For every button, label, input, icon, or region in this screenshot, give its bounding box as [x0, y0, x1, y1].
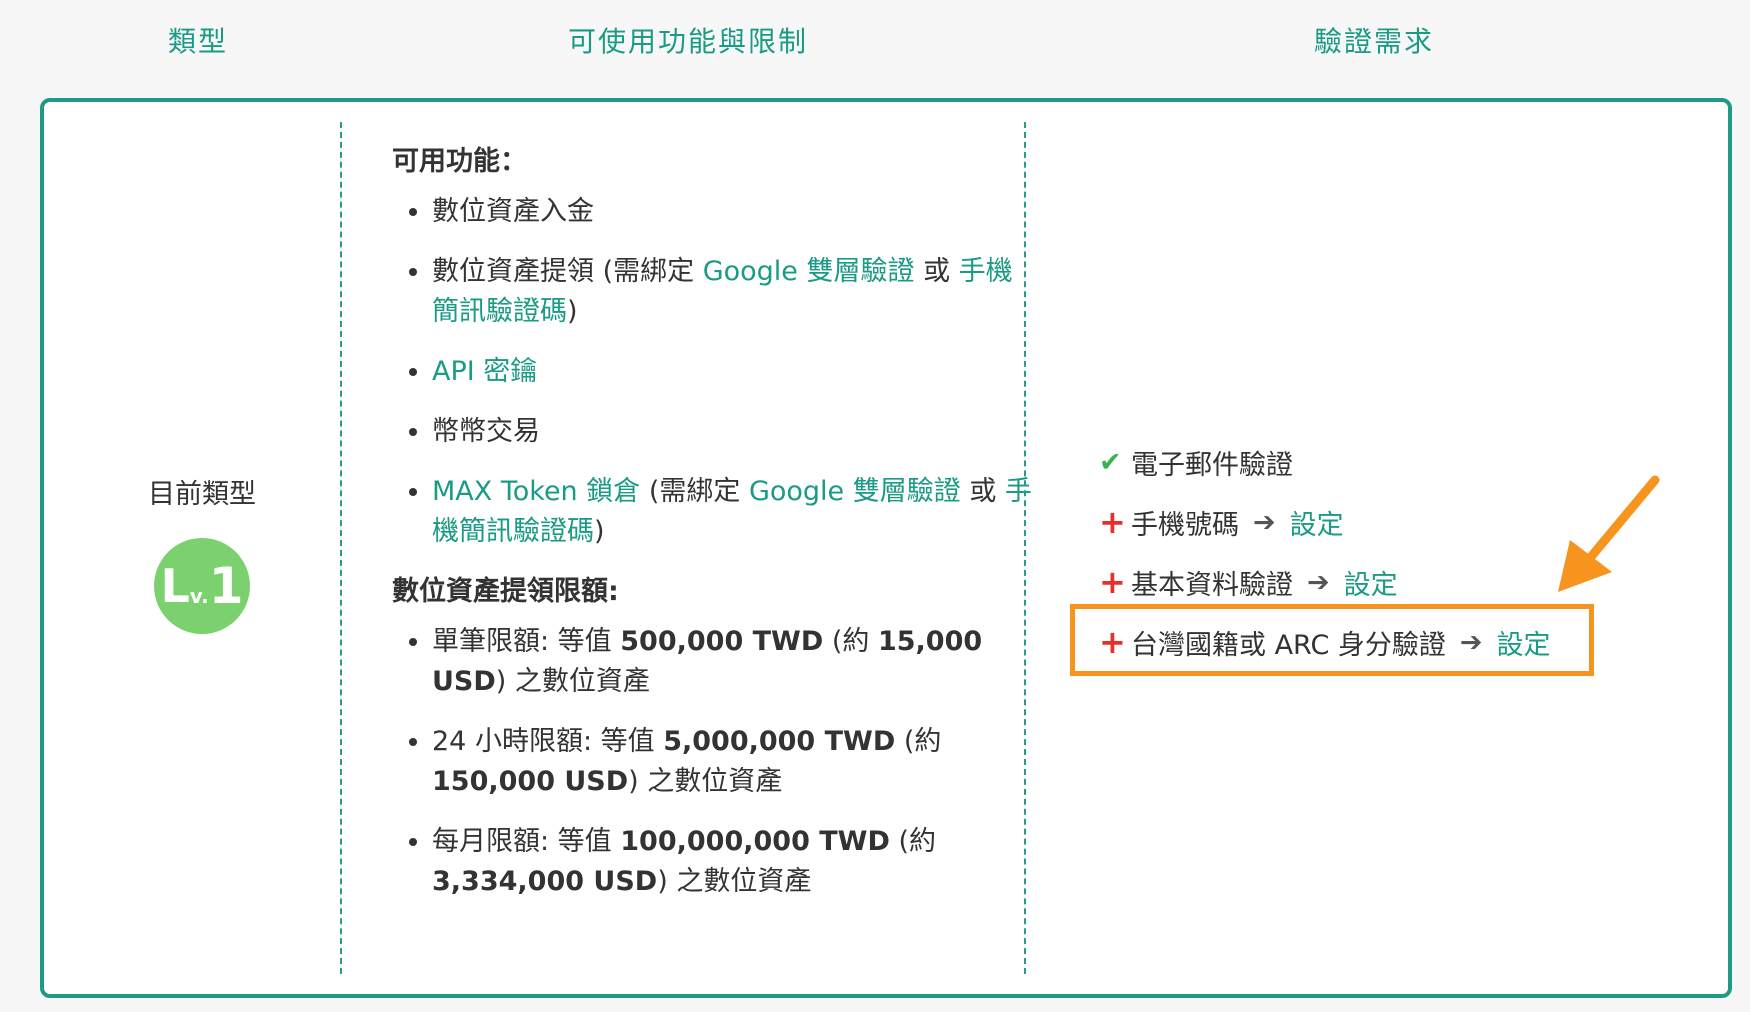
feature-text: 數位資產提領 (需綁定 [432, 256, 703, 287]
feature-list: 數位資產入金 數位資產提領 (需綁定 Google 雙層驗證 或 手機簡訊驗證碼… [392, 192, 1032, 552]
limit-text: ) 之數位資產 [495, 666, 650, 697]
limit-amount-usd: 3,334,000 USD [432, 866, 658, 897]
feature-text: 或 [960, 476, 1005, 507]
orange-arrow-icon [1558, 475, 1660, 592]
limit-amount-usd: 150,000 USD [432, 766, 629, 797]
level-badge: Lv. 1 [154, 538, 250, 634]
arrow-right-icon: ➔ [1307, 566, 1330, 598]
limit-amount-twd: 500,000 TWD [620, 626, 824, 657]
check-icon: ✔ [1099, 446, 1122, 478]
feature-text: ) [567, 296, 578, 327]
limit-amount-twd: 100,000,000 TWD [620, 826, 890, 857]
profile-setup-link[interactable]: 設定 [1344, 563, 1398, 602]
google-2fa-link[interactable]: Google 雙層驗證 [703, 256, 915, 287]
feature-item: 幣幣交易 [432, 412, 1032, 452]
limit-item: 單筆限額: 等值 500,000 TWD (約 15,000 USD) 之數位資… [432, 622, 1032, 702]
limits-list: 單筆限額: 等值 500,000 TWD (約 15,000 USD) 之數位資… [392, 622, 1032, 902]
limit-item: 24 小時限額: 等值 5,000,000 TWD (約 150,000 USD… [432, 722, 1032, 802]
header-features: 可使用功能與限制 [568, 25, 809, 58]
divider-left [340, 122, 342, 974]
highlight-box [1070, 604, 1594, 676]
features-section: 可用功能： 數位資產入金 數位資產提領 (需綁定 Google 雙層驗證 或 手… [392, 142, 1032, 922]
limit-text: (約 [823, 626, 878, 657]
req-profile: + 基本資料驗證 ➔ 設定 [1099, 552, 1551, 612]
feature-text: ) [594, 516, 605, 547]
header-requirements: 驗證需求 [1314, 25, 1435, 58]
req-phone: + 手機號碼 ➔ 設定 [1099, 492, 1551, 552]
badge-letter: L [160, 559, 190, 613]
feature-text: (需綁定 [640, 476, 749, 507]
level-card: 目前類型 Lv.1 可用功能： 數位資產入金 數位資產提領 (需綁定 Googl… [40, 98, 1732, 998]
limit-text: (約 [895, 726, 942, 757]
limit-text: ) 之數位資產 [657, 866, 812, 897]
current-type-label: 目前類型 [148, 479, 256, 510]
plus-icon: + [1099, 563, 1126, 601]
plus-icon: + [1099, 503, 1126, 541]
badge-v: v. [189, 584, 209, 608]
limit-text: 每月限額: 等值 [432, 826, 621, 857]
feature-item: 數位資產提領 (需綁定 Google 雙層驗證 或 手機簡訊驗證碼) [432, 252, 1032, 332]
req-label: 電子郵件驗證 [1131, 449, 1293, 481]
api-key-link[interactable]: API 密鑰 [432, 356, 537, 387]
available-features-title: 可用功能： [392, 146, 527, 177]
withdraw-limits-title: 數位資產提領限額: [392, 576, 619, 607]
feature-item: API 密鑰 [432, 352, 1032, 392]
google-2fa-link[interactable]: Google 雙層驗證 [749, 476, 961, 507]
badge-number: 1 [208, 557, 244, 615]
limit-text: 24 小時限額: 等值 [432, 726, 664, 757]
limit-text: 單筆限額: 等值 [432, 626, 621, 657]
limit-text: ) 之數位資產 [628, 766, 783, 797]
limit-item: 每月限額: 等值 100,000,000 TWD (約 3,334,000 US… [432, 822, 1032, 902]
feature-item: MAX Token 鎖倉 (需綁定 Google 雙層驗證 或 手機簡訊驗證碼) [432, 472, 1032, 552]
max-token-lock-link[interactable]: MAX Token 鎖倉 [432, 476, 640, 507]
feature-item: 數位資產入金 [432, 192, 1032, 232]
req-label: 手機號碼 [1131, 509, 1239, 541]
feature-text: 或 [914, 256, 959, 287]
header-type: 類型 [168, 25, 229, 58]
req-label: 基本資料驗證 [1131, 569, 1293, 601]
limit-text: (約 [889, 826, 936, 857]
limit-amount-twd: 5,000,000 TWD [663, 726, 896, 757]
feature-text: 幣幣交易 [432, 416, 540, 447]
req-email: ✔ 電子郵件驗證 [1099, 432, 1551, 492]
arrow-right-icon: ➔ [1253, 506, 1276, 538]
feature-text: 數位資產入金 [432, 196, 594, 227]
phone-setup-link[interactable]: 設定 [1290, 503, 1344, 542]
